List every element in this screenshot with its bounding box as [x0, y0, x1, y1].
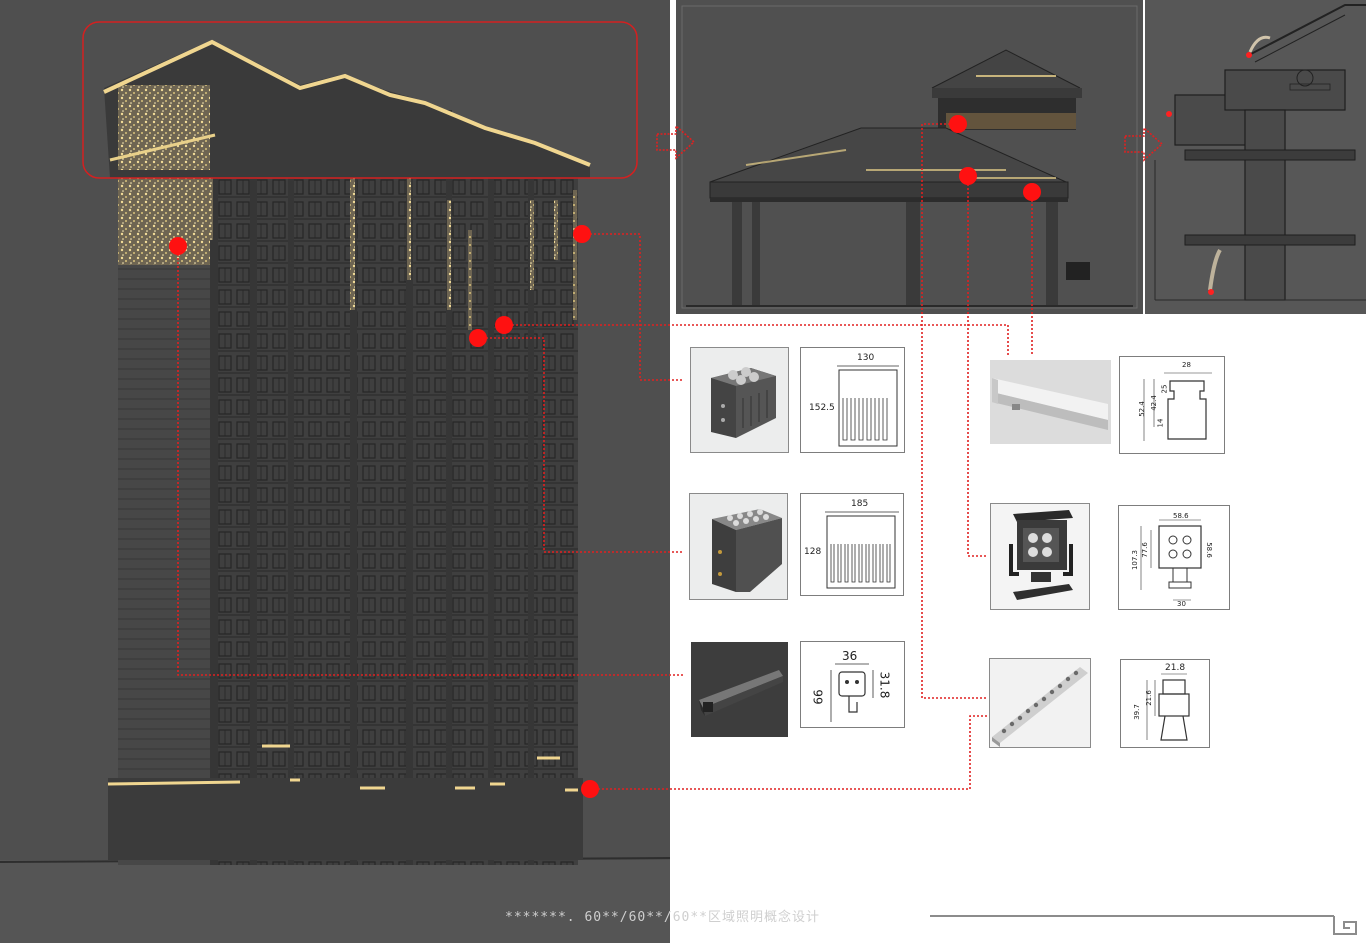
fixture-drawing-wallwasher-b: 185 128 — [800, 493, 904, 596]
pavilion-elevation-drawing — [676, 0, 1143, 314]
dim-label: 128 — [804, 547, 822, 557]
fixture-photo-led-linear-tube — [990, 360, 1111, 444]
dim-label: 28 — [1182, 361, 1191, 369]
meander-ornament-icon — [1333, 916, 1357, 935]
fixture-photo-linear-wash — [691, 642, 788, 737]
dim-label: 14 — [1156, 418, 1165, 428]
dim-label: 31.8 — [877, 671, 892, 699]
dim-label: 21.6 — [1144, 690, 1153, 706]
fixture-photo-wallwasher-a — [690, 347, 789, 453]
pavilion-elevation-panel — [676, 0, 1143, 314]
dim-label: 25 — [1160, 384, 1169, 394]
fixture-drawing-linear-wash: 36 66 31.8 — [800, 641, 905, 728]
section-detail-drawing — [1145, 0, 1366, 314]
dim-label: 77.6 — [1140, 542, 1149, 558]
dim-label: 52.4 — [1137, 401, 1146, 417]
dim-label: 21.8 — [1165, 663, 1186, 673]
dim-label: 42.4 — [1149, 395, 1158, 411]
fixture-photo-wallwasher-b — [689, 493, 788, 600]
dim-label: 130 — [857, 353, 875, 363]
fixture-drawing-floodlight: 58.6 107.3 77.6 58.6 30 — [1118, 505, 1230, 610]
fixture-photo-floodlight — [990, 503, 1090, 610]
dim-label: 58.6 — [1204, 542, 1213, 558]
tower-elevation-drawing — [0, 21, 670, 943]
fixture-drawing-led-linear-tube: 28 25 52.4 42.4 14 — [1119, 356, 1225, 454]
dim-label: 66 — [811, 689, 826, 705]
section-detail-panel — [1145, 0, 1366, 314]
fixture-drawing-wallwasher-a: 130 152.5 — [800, 347, 905, 453]
tower-elevation-panel — [0, 0, 670, 943]
dim-label: 30 — [1177, 600, 1186, 608]
dim-label: 58.6 — [1173, 512, 1189, 520]
dim-label: 39.7 — [1132, 704, 1141, 720]
drawing-title: *******. 60**/60**/60**区域照明概念设计 — [505, 910, 821, 925]
fixture-photo-point-strip — [989, 658, 1091, 748]
dim-label: 185 — [851, 499, 869, 509]
fixture-drawing-point-strip: 21.8 39.7 21.6 — [1120, 659, 1210, 748]
dim-label: 36 — [842, 649, 858, 663]
dim-label: 152.5 — [809, 403, 835, 413]
dim-label: 107.3 — [1131, 549, 1140, 571]
